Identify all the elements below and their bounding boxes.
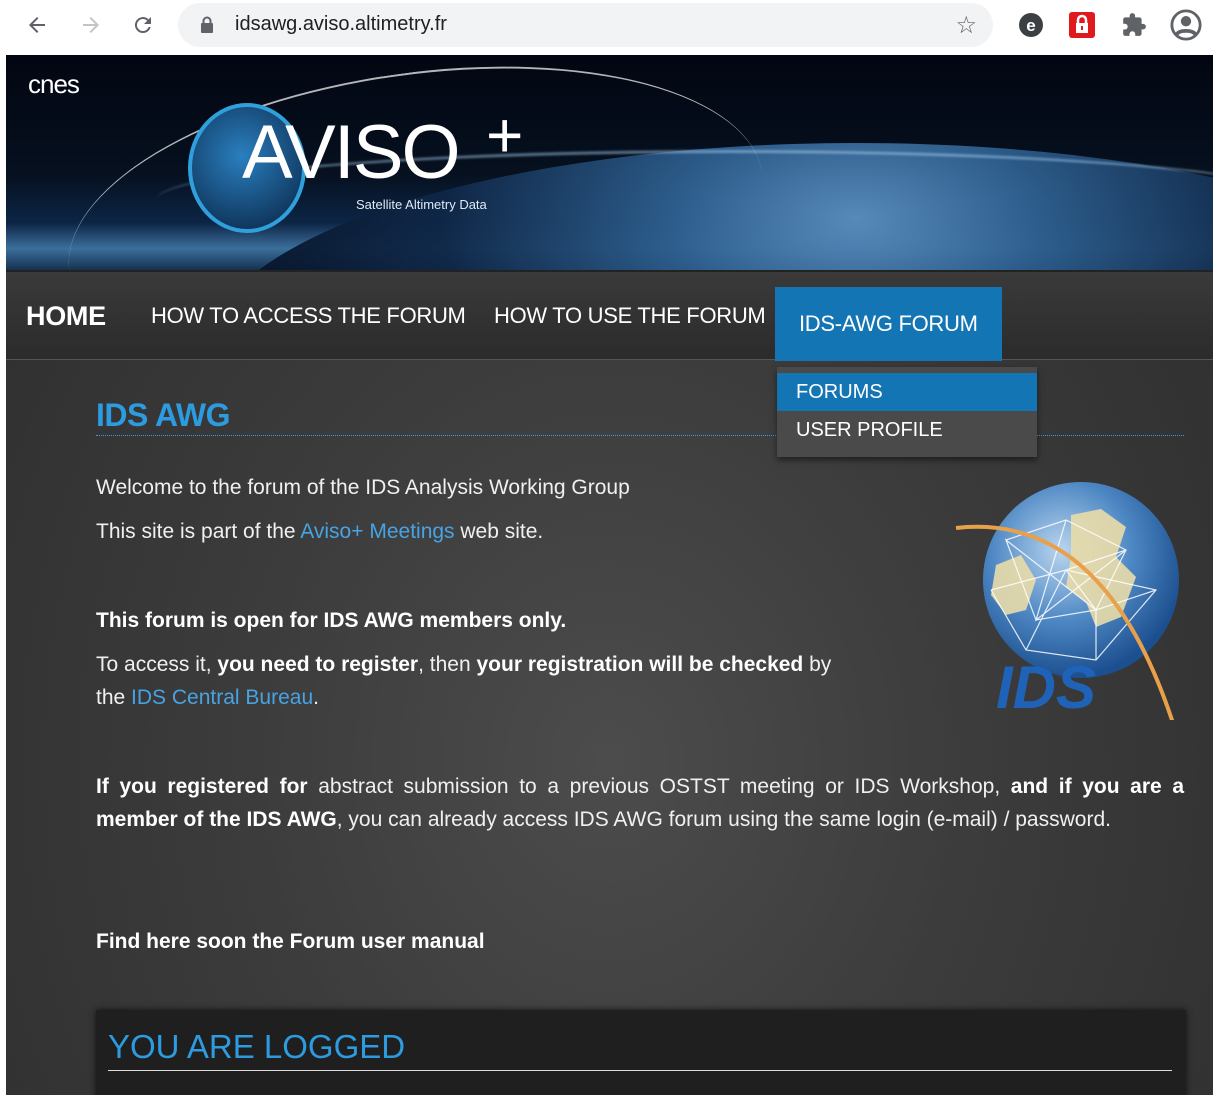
profile-icon[interactable] xyxy=(1170,9,1202,41)
site-body: cnes AVISO + Satellite Altimetry Data HO… xyxy=(6,55,1213,1095)
reload-icon[interactable] xyxy=(126,8,160,42)
back-arrow-icon[interactable] xyxy=(20,8,54,42)
dropdown-item-user-profile[interactable]: USER PROFILE xyxy=(777,411,1037,449)
ids-central-bureau-link[interactable]: IDS Central Bureau xyxy=(131,686,313,709)
dropdown-item-forums[interactable]: FORUMS xyxy=(777,373,1037,411)
aviso-logo-plus: + xyxy=(486,99,524,171)
access-text-line1: To access it, you need to register, then… xyxy=(96,653,832,676)
address-bar[interactable]: idsawg.aviso.altimetry.fr ☆ xyxy=(178,3,993,47)
browser-toolbar: idsawg.aviso.altimetry.fr ☆ e xyxy=(0,0,1213,52)
header-banner: cnes AVISO + Satellite Altimetry Data xyxy=(6,55,1213,270)
ids-logo: IDS xyxy=(946,470,1196,761)
puzzle-icon[interactable] xyxy=(1118,9,1150,41)
aviso-logo-subtitle: Satellite Altimetry Data xyxy=(356,197,487,212)
star-icon[interactable]: ☆ xyxy=(955,11,977,39)
aviso-meetings-link[interactable]: Aviso+ Meetings xyxy=(300,520,454,543)
extension-lock-icon[interactable] xyxy=(1066,9,1098,41)
aviso-logo-text[interactable]: AVISO xyxy=(242,115,461,191)
url-text[interactable]: idsawg.aviso.altimetry.fr xyxy=(235,13,447,36)
menu-how-to-use[interactable]: HOW TO USE THE FORUM xyxy=(494,272,766,360)
cnes-logo[interactable]: cnes xyxy=(28,69,80,100)
svg-text:IDS: IDS xyxy=(996,654,1096,720)
logged-box: YOU ARE LOGGED xyxy=(96,1010,1186,1095)
lock-icon xyxy=(200,16,214,38)
menu-home[interactable]: HOME xyxy=(26,272,106,360)
logged-title: YOU ARE LOGGED xyxy=(108,1028,406,1065)
logged-divider xyxy=(108,1070,1172,1071)
registration-text: If you registered for abstract submissio… xyxy=(96,775,1184,831)
menu-ids-awg-forum[interactable]: IDS-AWG FORUM xyxy=(775,287,1002,361)
site-part-text: This site is part of the Aviso+ Meetings… xyxy=(96,520,544,543)
open-notice: This forum is open for IDS AWG members o… xyxy=(96,609,567,632)
manual-notice: Find here soon the Forum user manual xyxy=(96,930,485,953)
forward-arrow-icon[interactable] xyxy=(74,8,108,42)
svg-text:e: e xyxy=(1026,16,1035,35)
page-title: IDS AWG xyxy=(96,397,230,433)
main-menu: HOME HOW TO ACCESS THE FORUM HOW TO USE … xyxy=(6,270,1213,361)
welcome-text: Welcome to the forum of the IDS Analysis… xyxy=(96,476,630,499)
menu-how-to-access[interactable]: HOW TO ACCESS THE FORUM xyxy=(151,272,466,360)
forum-dropdown-menu: FORUMS USER PROFILE xyxy=(777,367,1037,457)
extension-e-icon[interactable]: e xyxy=(1015,9,1047,41)
access-text-line2: the IDS Central Bureau. xyxy=(96,686,319,709)
